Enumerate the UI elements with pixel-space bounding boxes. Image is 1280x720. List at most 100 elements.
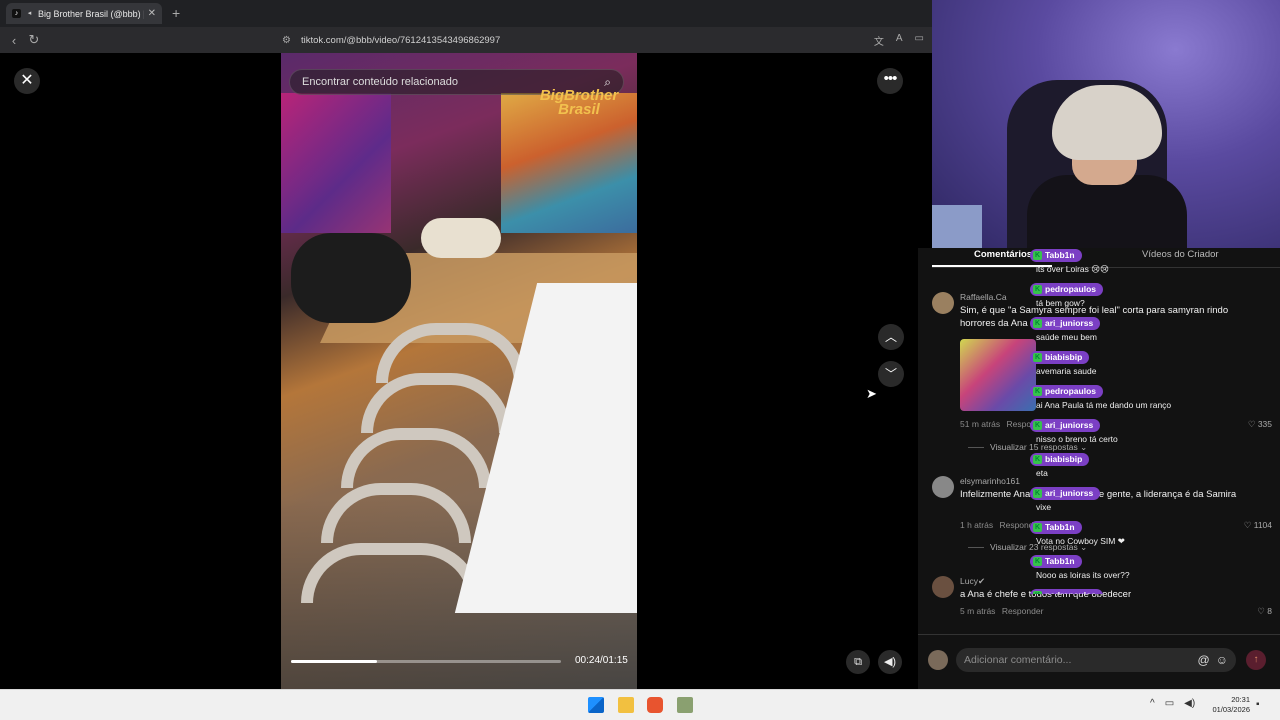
chat-username-badge: Kari_juniorss [1030, 317, 1101, 330]
next-video-button[interactable]: ﹀ [878, 361, 904, 387]
chat-username: ari_juniorss [1045, 318, 1094, 328]
chat-username: Tabb1n [1045, 556, 1075, 566]
clock-time: 20:31 [1231, 695, 1250, 704]
chat-message: Kari_juniorss saúde meu bem [1030, 316, 1260, 350]
chat-text: ai Ana Paula tá me dando um ranço [1036, 400, 1172, 410]
previous-video-button[interactable]: ︿ [878, 324, 904, 350]
chat-username: Tabb1n [1045, 522, 1075, 532]
comment-input[interactable]: Adicionar comentário... @ ☺ [956, 648, 1236, 672]
comment-username[interactable]: Lucy✔ [960, 576, 985, 587]
comment-time: 1 h atrás [960, 520, 994, 530]
avatar[interactable] [932, 476, 954, 498]
volume-tray-icon[interactable]: ◀) [1184, 698, 1195, 709]
comment-time: 51 m atrás [960, 419, 1001, 429]
notification-icon[interactable]: ▪ [1256, 699, 1260, 710]
chat-text: tá bem gow? [1036, 298, 1085, 308]
chat-username-badge: K Tabb1n [1030, 521, 1082, 534]
tab-comments[interactable]: Comentários [974, 249, 1032, 260]
comment-username[interactable]: Raffaella.Ca [960, 292, 1007, 302]
webcam-streamer-hair [1052, 85, 1162, 160]
volume-icon[interactable]: ◀) [878, 650, 902, 674]
chat-message: K Tabb1n Vota no Cowboy SIM ❤ [1030, 520, 1260, 554]
chat-username-badge: K Tabb1n [1030, 249, 1082, 262]
video-chair [321, 483, 471, 543]
avatar[interactable] [932, 576, 954, 598]
network-icon[interactable]: ▭ [1165, 698, 1174, 709]
chevron-up-icon[interactable]: ^ [1150, 698, 1155, 709]
cast-icon[interactable]: ▭ [915, 33, 924, 48]
chat-message: Kbiabisbip avemaria saude [1030, 350, 1260, 384]
brave-browser-icon[interactable] [647, 697, 663, 713]
video-player[interactable] [281, 53, 637, 689]
clock[interactable]: 20:31 01/03/2026 [1206, 695, 1250, 715]
kick-icon: K [1033, 523, 1042, 532]
app-icon[interactable] [677, 697, 693, 713]
video-scene-wall [281, 93, 391, 233]
chat-username: Tabb1n [1045, 250, 1075, 260]
new-tab-button[interactable]: + [172, 5, 180, 21]
chat-message: Kbiabisbip eta [1030, 452, 1260, 486]
chat-username: biabisbip [1045, 352, 1083, 362]
like-count: 8 [1267, 606, 1272, 616]
chat-message: Kpedropaulos tá bem gow? [1030, 282, 1260, 316]
comment-image[interactable] [960, 339, 1036, 411]
tiktok-icon: ♪ [12, 9, 21, 18]
close-video-button[interactable]: ✕ [14, 68, 40, 94]
tab-close-icon[interactable]: ✕ [148, 8, 156, 19]
comment-time: 5 m atrás [960, 606, 996, 616]
reply-button[interactable]: Responder [1002, 606, 1044, 616]
chat-username: ari_juniorss [1045, 488, 1094, 498]
tab-title: Big Brother Brasil (@bbb) | Ti [38, 8, 144, 19]
chat-username-badge: Kari_juniorss [1030, 487, 1101, 500]
video-progress-fill [291, 660, 378, 663]
chat-message: Kpedropaulos ai Ana Paula tá me dando um … [1030, 384, 1260, 418]
system-tray: ^ ▭ ◀) [1150, 698, 1195, 709]
chat-text: its over Loiras 😢😢 [1036, 264, 1109, 274]
chat-text: vixe [1036, 502, 1052, 512]
windows-taskbar: ^ ▭ ◀) 20:31 01/03/2026 ▪ [0, 689, 1280, 720]
video-chair [301, 543, 481, 603]
comment-username[interactable]: elsymarinho161 [960, 476, 1020, 486]
more-options-button[interactable]: ••• [877, 68, 903, 94]
tiktok-viewer: ✕ ••• Encontrar conteúdo relacionado ⌕ B… [0, 53, 932, 689]
floating-player-icon[interactable]: ⧉ [846, 650, 870, 674]
url-field[interactable]: ⚙ tiktok.com/@bbb/video/7612413543496862… [282, 30, 932, 50]
mention-icon[interactable]: @ [1198, 653, 1210, 667]
video-progress-bar[interactable] [291, 660, 561, 663]
chat-text: nisso o breno tá certo [1036, 434, 1118, 444]
comment-likes[interactable]: ♡ 8 [1257, 606, 1272, 617]
browser-tab[interactable]: ♪ ◂ Big Brother Brasil (@bbb) | Ti ✕ [6, 3, 162, 24]
translate-icon[interactable]: 文 [874, 33, 884, 48]
site-settings-icon[interactable]: ⚙ [282, 35, 291, 46]
browser-tab-bar: ♪ ◂ Big Brother Brasil (@bbb) | Ti ✕ + [0, 0, 932, 27]
file-explorer-icon[interactable] [618, 697, 634, 713]
video-person [421, 218, 501, 258]
chat-text: saúde meu bem [1036, 332, 1097, 342]
emoji-icon[interactable]: ☺ [1216, 653, 1228, 667]
chat-message: Kari_juniorss nisso o breno tá certo [1030, 418, 1260, 452]
comment-input-row: Adicionar comentário... @ ☺ ↑ [926, 648, 1272, 672]
kick-icon: K [1033, 489, 1042, 498]
chat-message: K Tabb1n Nooo as loiras its over?? [1030, 554, 1260, 588]
mouse-cursor: ➤ [866, 386, 877, 401]
chat-username: ari_juniorss [1045, 420, 1094, 430]
kick-icon: K [1033, 353, 1042, 362]
kick-icon: K [1033, 285, 1042, 294]
chat-username: pedropaulos [1045, 589, 1096, 594]
video-person [291, 233, 411, 323]
send-icon[interactable]: ↑ [1246, 650, 1266, 670]
reload-icon[interactable]: ↻ [24, 32, 44, 48]
back-icon[interactable]: ‹ [4, 33, 24, 48]
chat-username-badge: Kbiabisbip [1030, 453, 1090, 466]
url-text: tiktok.com/@bbb/video/761241354349686299… [300, 34, 501, 46]
bbb-logo: BigBrother Brasil [539, 87, 619, 118]
chat-username-badge: Kpedropaulos [1030, 589, 1104, 594]
divider [918, 634, 1280, 635]
chat-text: avemaria saude [1036, 366, 1097, 376]
start-icon[interactable] [588, 697, 604, 713]
avatar[interactable] [932, 292, 954, 314]
video-chair [341, 428, 491, 488]
comment-placeholder: Adicionar comentário... [964, 654, 1072, 666]
my-avatar [928, 650, 948, 670]
reader-icon[interactable]: A [896, 33, 903, 48]
